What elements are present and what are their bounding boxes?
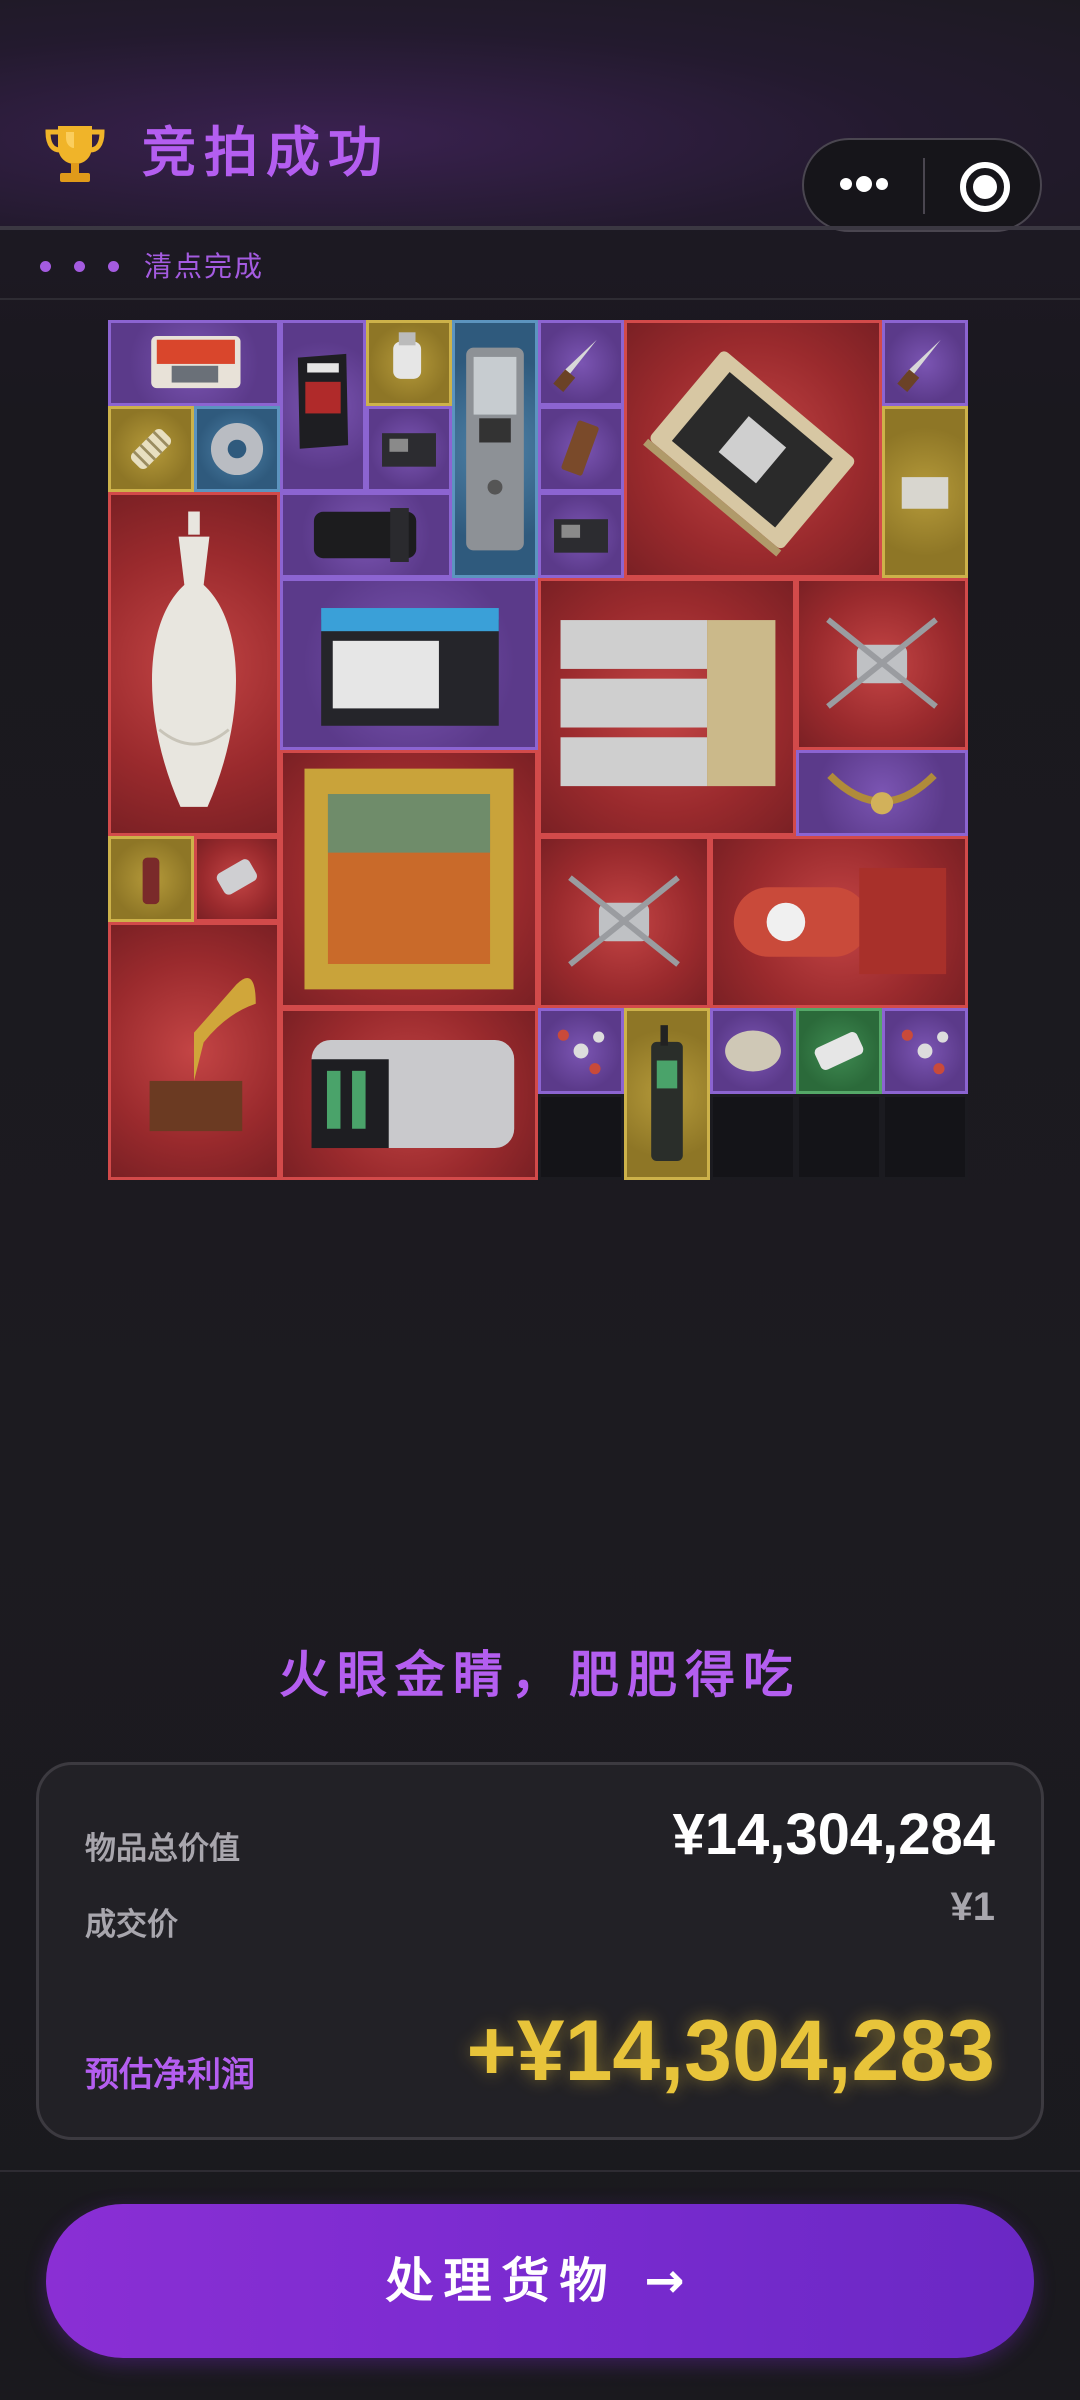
grid-item-cd-disc[interactable] bbox=[194, 406, 280, 492]
grid-item-graphics-card[interactable] bbox=[624, 320, 882, 578]
empty-slot bbox=[710, 1094, 796, 1180]
grid-item-metal-part[interactable] bbox=[194, 836, 280, 922]
summary-card: 物品总价值 ¥14,304,284 成交价 ¥1 预估净利润 +¥14,304,… bbox=[36, 1762, 1044, 2140]
more-dots-icon bbox=[840, 178, 852, 190]
divider bbox=[0, 298, 1080, 300]
divider bbox=[0, 2170, 1080, 2172]
trophy-icon bbox=[45, 126, 105, 182]
close-button[interactable] bbox=[925, 140, 1040, 230]
grid-item-spring-coil[interactable] bbox=[108, 406, 194, 492]
divider bbox=[0, 226, 1080, 230]
grid-item-snack-bag[interactable] bbox=[280, 320, 366, 492]
total-value: ¥14,304,284 bbox=[672, 1802, 995, 1867]
grid-item-drone[interactable] bbox=[796, 578, 968, 750]
item-grid bbox=[108, 320, 972, 1180]
grid-item-server-chassis[interactable] bbox=[280, 1008, 538, 1180]
grid-item-porcelain-vase[interactable] bbox=[108, 492, 280, 836]
page-title: 竞拍成功 bbox=[142, 121, 390, 184]
grid-item-drone[interactable] bbox=[538, 836, 710, 1008]
deal-price-value: ¥1 bbox=[950, 1885, 996, 1929]
grid-item-fuel-tank[interactable] bbox=[710, 836, 968, 1008]
empty-slot bbox=[538, 1094, 624, 1180]
grid-item-gramophone[interactable] bbox=[108, 922, 280, 1180]
grid-item-small-bottle[interactable] bbox=[108, 836, 194, 922]
grid-item-horn-crown[interactable] bbox=[796, 750, 968, 836]
grid-item-framed-painting[interactable] bbox=[280, 750, 538, 1008]
grid-item-usb-drive[interactable] bbox=[366, 320, 452, 406]
total-value-label: 物品总价值 bbox=[85, 1831, 240, 1867]
deal-price-label: 成交价 bbox=[85, 1907, 178, 1943]
grid-item-knife[interactable] bbox=[882, 320, 968, 406]
mini-program-capsule bbox=[802, 138, 1042, 232]
grid-item-circuit-board[interactable] bbox=[538, 492, 624, 578]
grid-item-chocolate-bar[interactable] bbox=[538, 406, 624, 492]
grid-item-document-card[interactable] bbox=[882, 406, 968, 578]
more-button[interactable] bbox=[804, 140, 923, 230]
process-goods-button[interactable]: 处理货物 → bbox=[46, 2204, 1034, 2358]
grid-item-round-stone[interactable] bbox=[710, 1008, 796, 1094]
grid-item-knife[interactable] bbox=[538, 320, 624, 406]
net-profit-value: +¥14,304,283 bbox=[466, 2003, 995, 2099]
grid-item-satellite-phone[interactable] bbox=[624, 1008, 710, 1180]
slogan: 火眼金睛，肥肥得吃 bbox=[279, 1646, 801, 1704]
auction-result-screen: 竞拍成功 清点完成 火眼金睛，肥肥得吃 物品总价值 ¥14,304,284 成交… bbox=[0, 0, 1080, 2400]
header: 竞拍成功 bbox=[0, 0, 1080, 232]
grid-item-circuit-board[interactable] bbox=[366, 406, 452, 492]
grid-item-server-rack[interactable] bbox=[538, 578, 796, 836]
grid-item-walkie-talkie[interactable] bbox=[452, 320, 538, 578]
grid-item-power-strip[interactable] bbox=[796, 1008, 882, 1094]
grid-item-camera-lens[interactable] bbox=[280, 492, 452, 578]
net-profit-label: 预估净利润 bbox=[85, 2055, 255, 2095]
grid-item-molecule-model[interactable] bbox=[538, 1008, 624, 1094]
empty-slot bbox=[796, 1094, 882, 1180]
grid-item-ssd-package[interactable] bbox=[108, 320, 280, 406]
empty-slot bbox=[882, 1094, 968, 1180]
process-goods-label: 处理货物 → bbox=[385, 2253, 695, 2309]
grid-item-car-battery[interactable] bbox=[280, 578, 538, 750]
grid-item-molecule-model[interactable] bbox=[882, 1008, 968, 1094]
status-text: 清点完成 bbox=[144, 250, 265, 283]
